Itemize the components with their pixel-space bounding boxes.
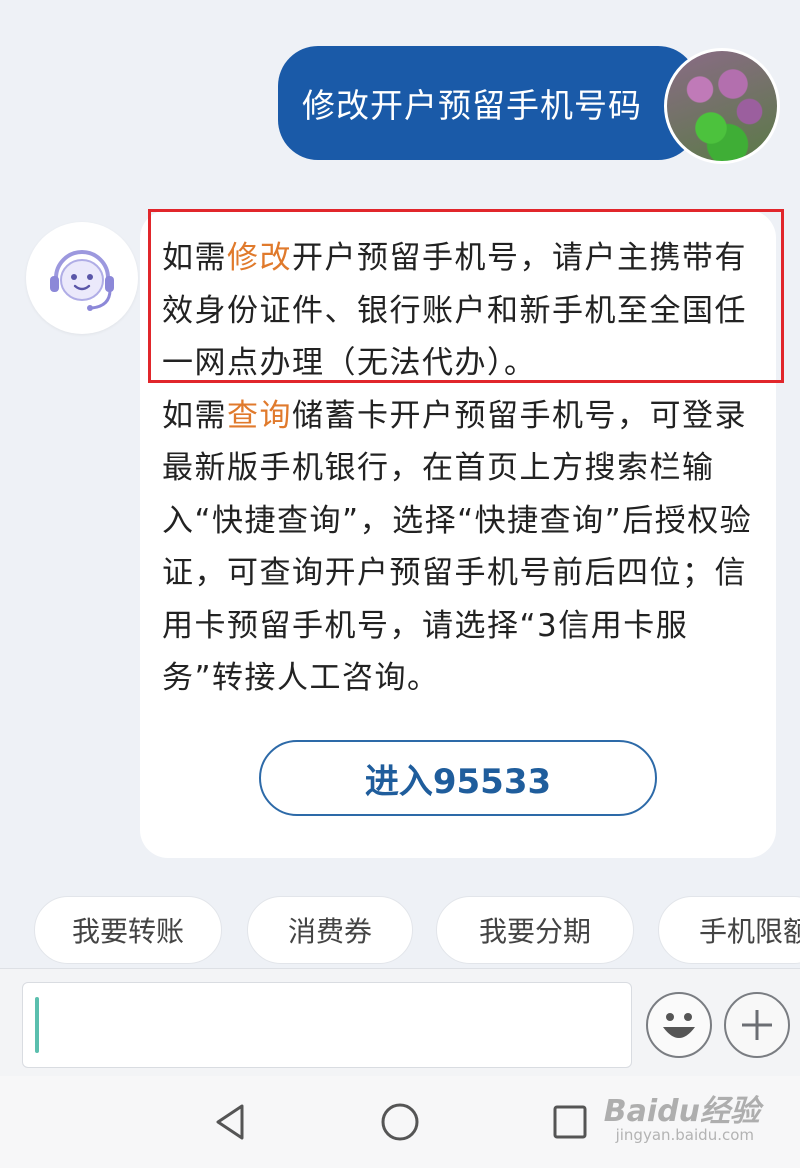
quick-reply-transfer[interactable]: 我要转账: [34, 896, 222, 964]
smiley-icon: [663, 1013, 695, 1038]
plus-icon: [742, 1010, 772, 1040]
back-icon[interactable]: [208, 1100, 252, 1144]
bot-paragraph-query: 如需查询储蓄卡开户预留手机号，可登录最新版手机银行，在首页上方搜索栏输入“快捷查…: [162, 397, 753, 697]
enter-95533-button[interactable]: 进入95533: [259, 740, 657, 816]
bot-avatar: [26, 222, 138, 334]
home-icon[interactable]: [378, 1100, 422, 1144]
quick-reply-coupon[interactable]: 消费券: [247, 896, 413, 964]
annotation-red-box: [148, 209, 784, 383]
emoji-button[interactable]: [646, 992, 712, 1058]
robot-face-icon: [50, 250, 114, 311]
highlight-query: 查询: [227, 397, 292, 434]
recents-icon[interactable]: [548, 1100, 592, 1144]
user-message-text: 修改开户预留手机号码: [302, 86, 642, 125]
text-caret: [35, 997, 39, 1053]
user-message-bubble: 修改开户预留手机号码: [278, 46, 698, 160]
quick-reply-limit[interactable]: 手机限额: [658, 896, 800, 964]
baidu-watermark-url: jingyan.baidu.com: [615, 1126, 754, 1144]
baidu-watermark: Baidu经验: [603, 1094, 760, 1129]
quick-reply-installment[interactable]: 我要分期: [436, 896, 634, 964]
message-input[interactable]: [22, 982, 632, 1068]
add-button[interactable]: [724, 992, 790, 1058]
user-avatar[interactable]: [664, 48, 780, 164]
